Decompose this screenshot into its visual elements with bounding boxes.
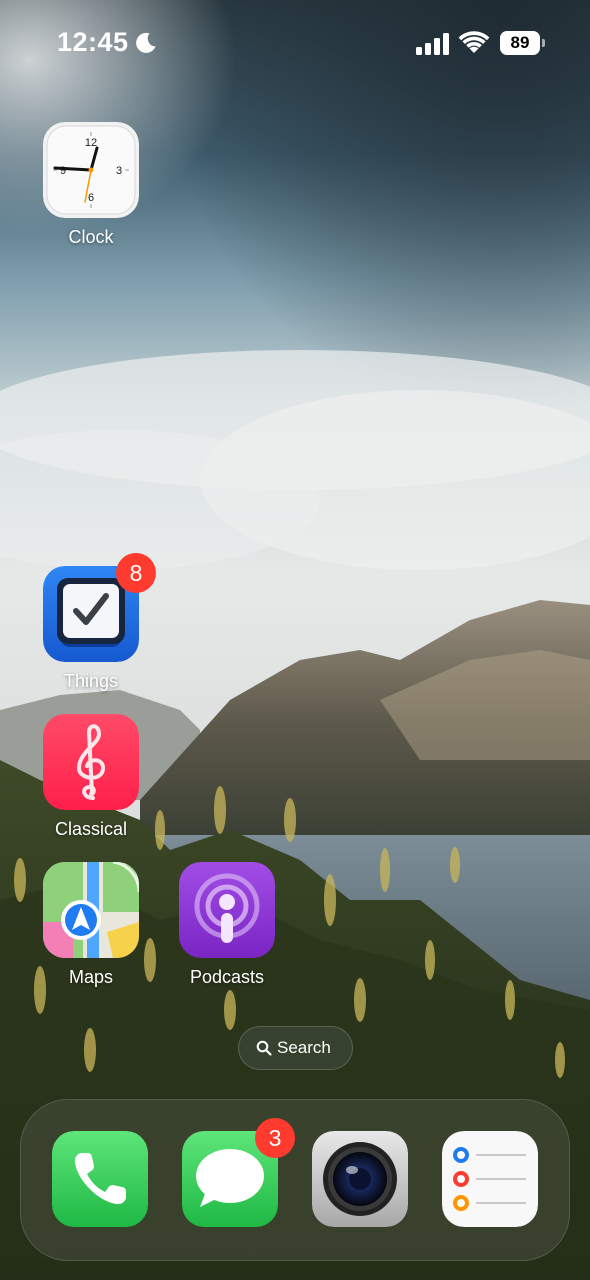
status-bar: 12:45 89: [0, 0, 590, 90]
camera-lens-icon[interactable]: [312, 1131, 408, 1227]
reminders-icon[interactable]: [442, 1131, 538, 1227]
svg-text:12: 12: [85, 137, 97, 149]
things-checkmark-icon[interactable]: 8: [43, 553, 156, 662]
app-label-things: Things: [63, 671, 119, 691]
app-things[interactable]: 8 Things: [31, 553, 156, 692]
app-label-classical: Classical: [54, 819, 128, 839]
app-classical[interactable]: Classical: [31, 714, 151, 840]
app-label-clock: Clock: [68, 227, 114, 247]
things-badge: 8: [116, 553, 156, 593]
podcasts-icon[interactable]: [179, 862, 275, 958]
search-label: Search: [277, 1038, 331, 1057]
app-maps[interactable]: Maps: [31, 862, 151, 988]
cellular-signal-icon: [416, 33, 449, 55]
messages-icon[interactable]: 3: [182, 1118, 295, 1227]
app-label-podcasts: Podcasts: [189, 967, 265, 987]
treble-clef-icon[interactable]: [43, 714, 139, 810]
app-podcasts[interactable]: Podcasts: [167, 862, 287, 988]
moon-icon: [136, 32, 156, 53]
status-time: 12:45: [57, 27, 129, 57]
dock-app-messages[interactable]: 3: [182, 1118, 295, 1227]
svg-text:3: 3: [116, 165, 122, 177]
dock-app-camera[interactable]: [312, 1131, 408, 1227]
home-screen: 12:45 89 12 3 6 9 Clock 8 Things Classic…: [0, 0, 590, 1280]
search-button[interactable]: Search: [238, 1026, 353, 1070]
dock-app-phone[interactable]: [52, 1131, 148, 1227]
app-clock[interactable]: 12 3 6 9 Clock: [31, 122, 151, 248]
magnifier-icon: [256, 1040, 272, 1056]
phone-icon[interactable]: [52, 1131, 148, 1227]
wifi-icon: [458, 31, 490, 53]
maps-icon[interactable]: [43, 862, 139, 958]
svg-text:6: 6: [88, 192, 94, 204]
battery-icon: 89: [500, 31, 546, 55]
app-label-maps: Maps: [68, 967, 113, 987]
dock-app-reminders[interactable]: [442, 1131, 538, 1227]
svg-text:9: 9: [60, 165, 66, 177]
battery-level: 89: [510, 33, 530, 52]
messages-badge: 3: [255, 1118, 295, 1158]
clock-icon[interactable]: 12 3 6 9: [43, 122, 139, 218]
